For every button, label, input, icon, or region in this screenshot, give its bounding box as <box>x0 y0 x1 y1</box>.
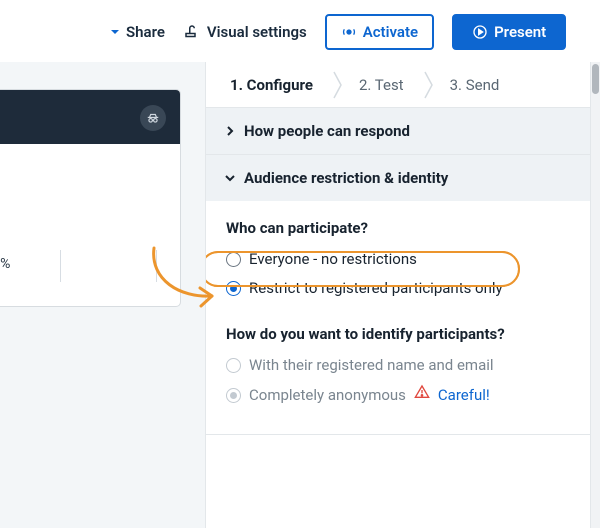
incognito-icon <box>140 105 166 131</box>
section-audience-header[interactable]: Audience restriction & identity <box>206 155 600 201</box>
preview-card: g new 37% <box>0 90 180 306</box>
step-configure[interactable]: 1. Configure <box>216 62 331 107</box>
radio-named[interactable] <box>226 358 241 373</box>
preview-bar-chart: 37% <box>0 250 180 306</box>
step-send[interactable]: 3. Send <box>436 62 518 107</box>
broadcast-icon <box>341 24 357 40</box>
chevron-down-icon <box>224 172 236 184</box>
warning-icon <box>414 384 430 406</box>
play-circle-icon <box>472 24 488 40</box>
section-respond-title: How people can respond <box>244 122 410 140</box>
preview-slide-header <box>0 90 180 144</box>
opt-everyone[interactable]: Everyone - no restrictions <box>226 245 580 274</box>
section-respond-header[interactable]: How people can respond <box>206 108 600 154</box>
step-test[interactable]: 2. Test <box>345 62 422 107</box>
present-label: Present <box>494 23 546 41</box>
top-toolbar: Share Visual settings Activate Present <box>0 0 600 62</box>
present-button[interactable]: Present <box>452 14 566 50</box>
opt-restrict[interactable]: Restrict to registered participants only <box>226 274 580 303</box>
opt-named[interactable]: With their registered name and email <box>226 351 580 380</box>
scrollbar[interactable] <box>590 62 600 528</box>
share-menu[interactable]: Share <box>110 23 165 41</box>
section-audience-body: Who can participate? Everyone - no restr… <box>206 201 600 434</box>
config-pane: 1. Configure 2. Test 3. Send How people … <box>205 62 600 528</box>
chevron-right-icon <box>224 125 236 137</box>
preview-bar-value: 37% <box>0 256 10 272</box>
breadcrumb: 1. Configure 2. Test 3. Send <box>206 62 600 108</box>
activate-label: Activate <box>363 23 418 41</box>
opt-named-label: With their registered name and email <box>249 355 494 376</box>
chevron-right-icon <box>331 62 345 107</box>
section-audience: Audience restriction & identity Who can … <box>206 155 600 435</box>
share-label: Share <box>126 23 165 41</box>
q-identify: How do you want to identify participants… <box>226 325 580 343</box>
radio-restrict[interactable] <box>226 281 241 296</box>
section-respond: How people can respond <box>206 108 600 155</box>
visual-settings-button[interactable]: Visual settings <box>183 23 307 41</box>
opt-anonymous-label: Completely anonymous <box>249 385 406 406</box>
caret-down-icon <box>110 27 120 37</box>
opt-everyone-label: Everyone - no restrictions <box>249 249 417 270</box>
opt-anonymous[interactable]: Completely anonymous Careful! <box>226 380 580 410</box>
preview-pane: g new 37% <box>0 62 205 528</box>
visual-settings-label: Visual settings <box>207 23 307 41</box>
scrollbar-thumb[interactable] <box>592 64 599 94</box>
careful-link[interactable]: Careful! <box>438 385 490 406</box>
radio-anonymous[interactable] <box>226 388 241 403</box>
activate-button[interactable]: Activate <box>325 14 434 50</box>
q-participate: Who can participate? <box>226 219 580 237</box>
opt-restrict-label: Restrict to registered participants only <box>249 278 503 299</box>
radio-everyone[interactable] <box>226 252 241 267</box>
preview-slide-title: g new <box>0 144 180 250</box>
paint-icon <box>183 23 201 41</box>
section-audience-title: Audience restriction & identity <box>244 169 448 187</box>
chevron-right-icon <box>422 62 436 107</box>
